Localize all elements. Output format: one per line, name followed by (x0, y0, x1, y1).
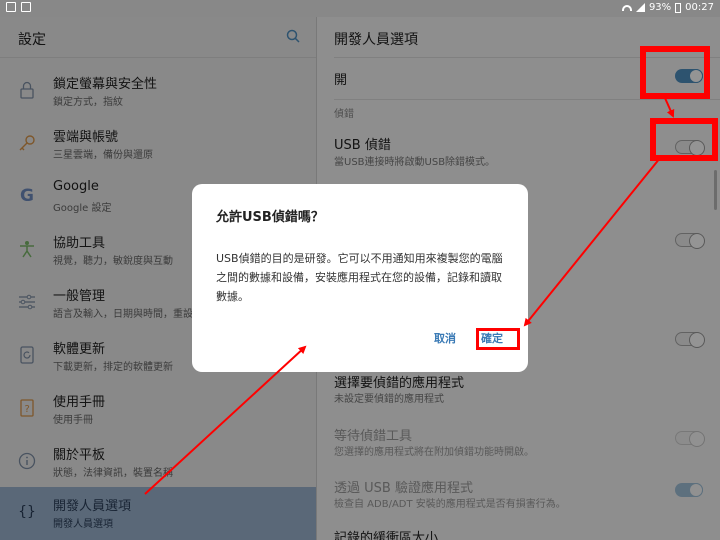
annotation-arrows (144, 97, 675, 495)
arrow-master-to-usb (664, 97, 675, 118)
arrow-developer-to-dialog (144, 345, 307, 495)
arrow-usb-to-ok (523, 157, 661, 327)
